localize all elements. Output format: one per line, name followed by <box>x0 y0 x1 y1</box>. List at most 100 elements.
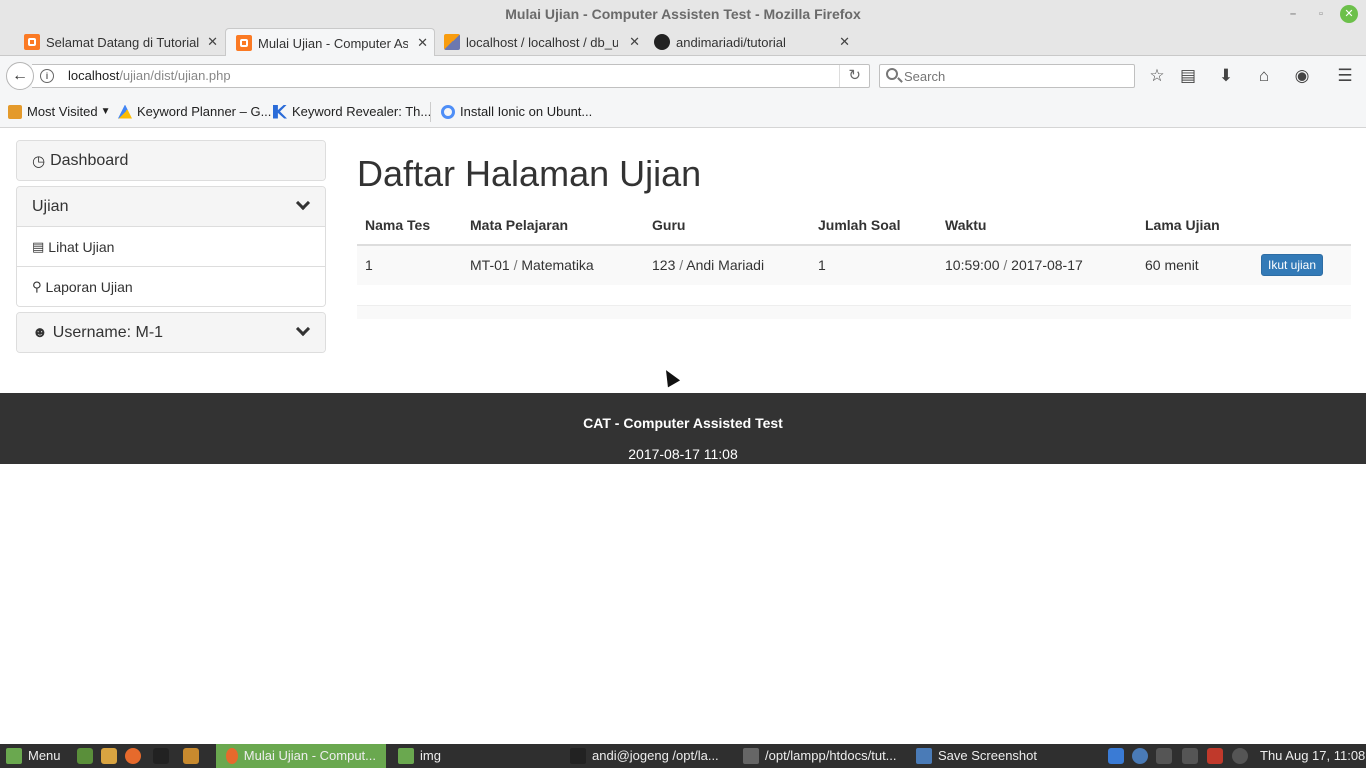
sidebar-item-dashboard[interactable]: ◷ Dashboard <box>17 141 325 180</box>
bookmark-label: Install Ionic on Ubunt... <box>460 104 593 119</box>
url-host: localhost <box>68 68 120 83</box>
table-header-row: Nama Tes Mata Pelajaran Guru Jumlah Soal… <box>357 206 1351 246</box>
tab-selamat-datang[interactable]: Selamat Datang di Tutorial ✕ <box>0 28 224 56</box>
sidebar-item-laporan-ujian[interactable]: ⚲ Laporan Ujian <box>17 266 325 306</box>
taskbar: Menu Mulai Ujian - Comput... img andi@jo… <box>0 744 1366 768</box>
volume-icon[interactable] <box>1182 748 1198 764</box>
firefox-icon[interactable] <box>125 748 141 764</box>
maximize-icon[interactable]: ▫ <box>1312 5 1330 23</box>
close-icon[interactable]: ✕ <box>417 35 428 51</box>
table-row: 1 MT-01 / Matematika 123 / Andi Mariadi … <box>357 244 1351 285</box>
bookmark-most-visited[interactable]: Most Visited ▼ <box>8 104 110 119</box>
back-button[interactable]: ← <box>6 62 34 90</box>
shield-icon[interactable] <box>1132 748 1148 764</box>
guru-name: Andi Mariadi <box>686 257 765 274</box>
k-icon <box>273 104 287 119</box>
hamburger-menu-icon[interactable]: ☰ <box>1334 66 1356 86</box>
sidebar-item-ujian[interactable]: Ujian <box>17 187 325 226</box>
pocket-icon[interactable]: ◉ <box>1291 66 1313 86</box>
battery-icon[interactable] <box>1207 748 1223 764</box>
sidebar-item-label: Laporan Ujian <box>45 278 133 295</box>
close-icon[interactable]: ✕ <box>839 34 850 50</box>
sidebar: ◷ Dashboard Ujian ▤ Lihat Ujian ⚲ Lapora… <box>16 140 326 358</box>
ujian-table: Nama Tes Mata Pelajaran Guru Jumlah Soal… <box>357 206 1351 285</box>
tab-mulai-ujian[interactable]: Mulai Ujian - Computer Ass ✕ <box>225 28 435 57</box>
bookmark-install-ionic[interactable]: Install Ionic on Ubunt... <box>441 104 592 119</box>
dropbox-icon[interactable] <box>1108 748 1124 764</box>
sublime-icon[interactable] <box>183 748 199 764</box>
list-icon: ▤ <box>32 238 45 254</box>
show-desktop-icon[interactable] <box>77 748 93 764</box>
github-icon <box>654 34 670 50</box>
page-footer: CAT - Computer Assisted Test 2017-08-17 … <box>0 393 1366 464</box>
user-icon: ☻ <box>32 324 48 341</box>
folder-icon <box>8 104 22 119</box>
cell-nama-tes: 1 <box>357 244 462 285</box>
cell-jumlah-soal: 1 <box>810 244 937 285</box>
page-content: ◷ Dashboard Ujian ▤ Lihat Ujian ⚲ Lapora… <box>0 129 1366 744</box>
waktu-time: 10:59:00 <box>945 257 1000 274</box>
column-header-action <box>1253 206 1351 246</box>
bookmark-keyword-revealer[interactable]: Keyword Revealer: Th... <box>273 104 431 119</box>
search-box[interactable] <box>879 64 1135 88</box>
close-icon[interactable]: ✕ <box>629 34 640 50</box>
taskbar-window-screenshot[interactable]: Save Screenshot <box>916 744 1037 768</box>
tab-label: localhost / localhost / db_uji <box>466 34 618 50</box>
tab-strip: Selamat Datang di Tutorial ✕ Mulai Ujian… <box>0 28 1366 81</box>
cell-mata-pelajaran: MT-01 / Matematika <box>462 244 644 285</box>
bookmark-separator <box>430 102 431 122</box>
settings-icon[interactable] <box>1232 748 1248 764</box>
taskbar-window-label: Mulai Ujian - Comput... <box>243 748 376 763</box>
waktu-date: 2017-08-17 <box>1011 257 1083 274</box>
reading-list-icon[interactable]: ▤ <box>1177 66 1199 86</box>
sidebar-item-username[interactable]: ☻ Username: M-1 <box>17 313 325 352</box>
dashboard-panel: ◷ Dashboard <box>16 140 326 181</box>
network-icon[interactable] <box>1156 748 1172 764</box>
separator: / <box>509 257 522 274</box>
firefox-icon <box>226 748 238 764</box>
bookmark-keyword-planner[interactable]: Keyword Planner – G... <box>118 104 271 119</box>
terminal-icon[interactable] <box>153 748 169 764</box>
cell-action: Ikut ujian <box>1253 244 1351 285</box>
reload-icon[interactable]: ↻ <box>839 65 861 87</box>
tab-label: Mulai Ujian - Computer Ass <box>258 35 408 51</box>
files-icon[interactable] <box>101 748 117 764</box>
home-icon[interactable]: ⌂ <box>1253 66 1275 86</box>
dashboard-icon: ◷ <box>32 152 46 170</box>
taskbar-window-editor[interactable]: /opt/lampp/htdocs/tut... <box>743 744 897 768</box>
sidebar-item-label: Ujian <box>32 197 69 215</box>
footer-date: 2017-08-17 11:08 <box>628 446 738 462</box>
taskbar-window-terminal[interactable]: andi@jogeng /opt/la... <box>570 744 719 768</box>
bookmark-star-icon[interactable]: ☆ <box>1146 66 1168 86</box>
close-icon[interactable]: ✕ <box>207 34 218 50</box>
info-icon[interactable]: i <box>40 69 54 83</box>
cell-guru: 123 / Andi Mariadi <box>644 244 810 285</box>
tab-phpmyadmin[interactable]: localhost / localhost / db_uji ✕ <box>436 28 646 56</box>
search-input[interactable] <box>904 65 1124 87</box>
menu-label: Menu <box>28 748 61 763</box>
clock[interactable]: Thu Aug 17, 11:08 <box>1260 744 1365 768</box>
sidebar-item-label: Dashboard <box>50 151 129 169</box>
chevron-down-icon <box>295 321 311 337</box>
ionic-icon <box>441 104 455 119</box>
window-controls: – ▫ ✕ <box>1284 5 1358 23</box>
column-header: Jumlah Soal <box>810 206 937 246</box>
search-icon <box>886 68 898 80</box>
taskbar-window-label: img <box>420 748 441 763</box>
xampp-icon <box>24 34 40 50</box>
minimize-icon[interactable]: – <box>1284 5 1302 23</box>
download-icon[interactable]: ⬇ <box>1215 66 1237 86</box>
taskbar-window-label: andi@jogeng /opt/la... <box>592 748 719 763</box>
column-header: Nama Tes <box>357 206 462 246</box>
column-header: Waktu <box>937 206 1137 246</box>
close-window-icon[interactable]: ✕ <box>1340 5 1358 23</box>
phpmyadmin-icon <box>444 34 460 50</box>
tab-github[interactable]: andimariadi/tutorial ✕ <box>646 28 856 56</box>
chevron-down-icon: ▼ <box>100 106 111 117</box>
sidebar-item-lihat-ujian[interactable]: ▤ Lihat Ujian <box>17 226 325 266</box>
taskbar-window-firefox[interactable]: Mulai Ujian - Comput... <box>216 744 386 768</box>
taskbar-window-img[interactable]: img <box>398 744 441 768</box>
start-menu-button[interactable]: Menu <box>6 744 61 768</box>
ikut-ujian-button[interactable]: Ikut ujian <box>1261 254 1324 277</box>
url-bar[interactable]: i localhost/ujian/dist/ujian.php ↻ <box>32 64 870 88</box>
